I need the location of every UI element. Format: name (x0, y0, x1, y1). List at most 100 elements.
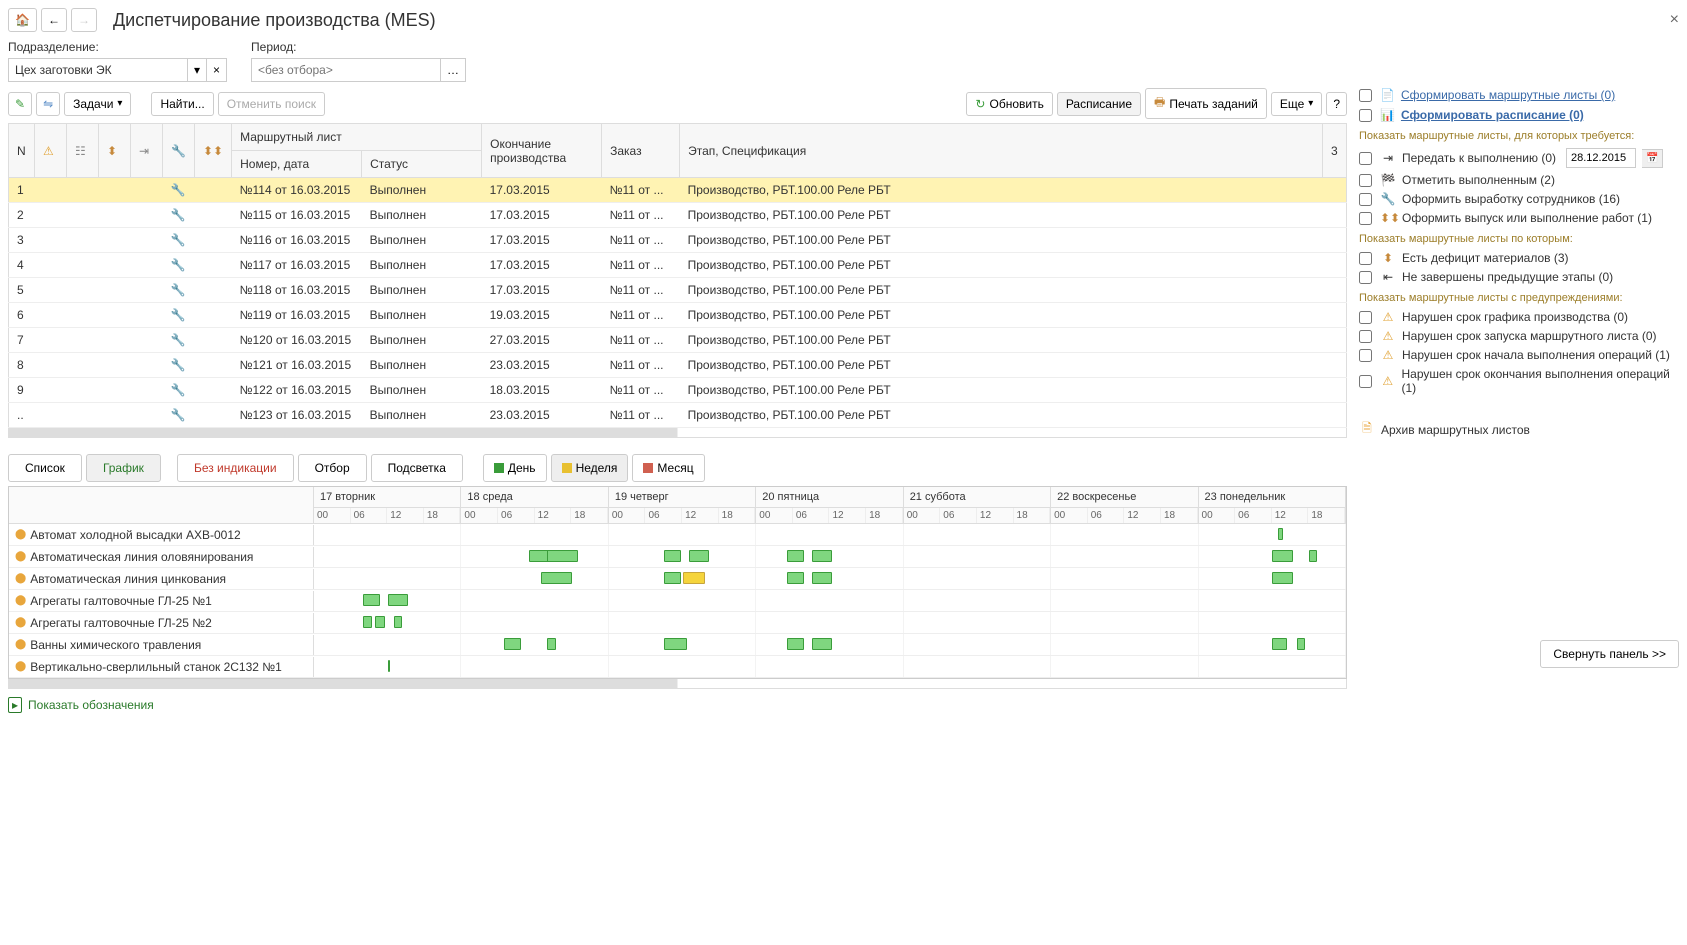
form-route-sheets-check[interactable] (1359, 89, 1372, 102)
col-number-date[interactable]: Номер, дата (232, 151, 362, 178)
gantt-row[interactable]: ⬤Вертикально-сверлильный станок 2С132 №1 (9, 656, 1346, 678)
table-row[interactable]: 8🔧№121 от 16.03.2015Выполнен23.03.2015№1… (9, 353, 1347, 378)
archive-link[interactable]: Архив маршрутных листов (1381, 423, 1530, 437)
warn-start-route-label[interactable]: Нарушен срок запуска маршрутного листа (… (1402, 329, 1657, 343)
register-output-label[interactable]: Оформить выработку сотрудников (16) (1402, 192, 1620, 206)
col-order[interactable]: Заказ (602, 124, 680, 178)
chart-tab[interactable]: График (86, 454, 161, 482)
more-button[interactable]: Еще (1271, 92, 1322, 116)
schedule-button[interactable]: Расписание (1057, 92, 1141, 116)
no-indication-tab[interactable]: Без индикации (177, 454, 294, 482)
subdivision-dropdown[interactable]: ▾ (188, 58, 207, 82)
col-stage-spec[interactable]: Этап, Спецификация (680, 124, 1323, 178)
form-schedule-link[interactable]: Сформировать расписание (0) (1401, 108, 1584, 122)
home-button[interactable]: 🏠 (8, 8, 37, 32)
week-label: Неделя (576, 461, 618, 475)
cancel-search-button[interactable]: Отменить поиск (218, 92, 325, 116)
table-row[interactable]: 6🔧№119 от 16.03.2015Выполнен19.03.2015№1… (9, 303, 1347, 328)
list-tab[interactable]: Список (8, 454, 82, 482)
transfer-check[interactable] (1359, 152, 1372, 165)
warn-end-ops-check[interactable] (1359, 375, 1372, 388)
col-materials-icon[interactable]: ⬍ (99, 124, 131, 178)
day-button[interactable]: День (483, 454, 547, 482)
period-input[interactable] (251, 58, 441, 82)
table-row[interactable]: 7🔧№120 от 16.03.2015Выполнен27.03.2015№1… (9, 328, 1347, 353)
mark-done-check[interactable] (1359, 174, 1372, 187)
gantt-row[interactable]: ⬤Автоматическая линия цинкования (9, 568, 1346, 590)
gantt-row[interactable]: ⬤Агрегаты галтовочные ГЛ-25 №1 (9, 590, 1346, 612)
prev-stages-check[interactable] (1359, 271, 1372, 284)
col-wrench-icon[interactable]: 🔧 (163, 124, 195, 178)
edit-button[interactable]: ✎ (8, 92, 32, 116)
col-n[interactable]: N (9, 124, 35, 178)
warn-end-ops-label[interactable]: Нарушен срок окончания выполнения операц… (1402, 367, 1680, 395)
table-row[interactable]: 5🔧№118 от 16.03.2015Выполнен17.03.2015№1… (9, 278, 1347, 303)
deficit-icon: ⬍ (1380, 251, 1396, 265)
table-row[interactable]: ..🔧№123 от 16.03.2015Выполнен23.03.2015№… (9, 403, 1347, 428)
find-button[interactable]: Найти... (151, 92, 213, 116)
week-button[interactable]: Неделя (551, 454, 629, 482)
highlight-tab[interactable]: Подсветка (371, 454, 463, 482)
horizontal-scrollbar[interactable] (8, 428, 1347, 438)
form-schedule-icon: 📊 (1380, 108, 1395, 122)
gantt-row[interactable]: ⬤Автоматическая линия оловянирования (9, 546, 1346, 568)
form-route-icon: 📄 (1380, 88, 1395, 102)
table-row[interactable]: 1🔧№114 от 16.03.2015Выполнен17.03.2015№1… (9, 178, 1347, 203)
gantt-scrollbar[interactable] (8, 679, 1347, 689)
section-warnings: Показать маршрутные листы с предупрежден… (1359, 292, 1679, 304)
gantt-row[interactable]: ⬤Агрегаты галтовочные ГЛ-25 №2 (9, 612, 1346, 634)
gantt-row[interactable]: ⬤Автомат холодной высадки АХВ-0012 (9, 524, 1346, 546)
col-output-icon[interactable]: ⬍⬍ (195, 124, 232, 178)
forward-button[interactable]: → (71, 8, 97, 32)
deficit-label[interactable]: Есть дефицит материалов (3) (1402, 251, 1569, 265)
col-calendar-icon[interactable]: ☷ (67, 124, 99, 178)
warn-schedule-label[interactable]: Нарушен срок графика производства (0) (1402, 310, 1628, 324)
transfer-date-picker-icon[interactable]: 📅 (1642, 149, 1663, 168)
col-transfer-icon[interactable]: ⇥ (131, 124, 163, 178)
register-release-check[interactable] (1359, 212, 1372, 225)
warn-start-ops-label[interactable]: Нарушен срок начала выполнения операций … (1402, 348, 1670, 362)
warn-schedule-check[interactable] (1359, 311, 1372, 324)
print-jobs-button[interactable]: 🖶 Печать заданий (1145, 88, 1267, 119)
transfer-label[interactable]: Передать к выполнению (0) (1402, 151, 1556, 165)
help-button[interactable]: ? (1326, 92, 1347, 116)
col-warn-icon[interactable]: ⚠ (35, 124, 67, 178)
period-label: Период: (251, 40, 466, 54)
form-route-sheets-link[interactable]: Сформировать маршрутные листы (0) (1401, 88, 1615, 102)
refresh-button[interactable]: ↻ Обновить (966, 92, 1052, 116)
tasks-dropdown[interactable]: Задачи (64, 92, 131, 116)
col-three[interactable]: 3 (1323, 124, 1347, 178)
gantt-row[interactable]: ⬤Ванны химического травления (9, 634, 1346, 656)
month-button[interactable]: Месяц (632, 454, 704, 482)
section-required: Показать маршрутные листы, для которых т… (1359, 130, 1679, 142)
col-status[interactable]: Статус (362, 151, 482, 178)
table-row[interactable]: 3🔧№116 от 16.03.2015Выполнен17.03.2015№1… (9, 228, 1347, 253)
warn-start-ops-check[interactable] (1359, 349, 1372, 362)
flag-icon: 🏁 (1380, 173, 1396, 187)
table-row[interactable]: 9🔧№122 от 16.03.2015Выполнен18.03.2015№1… (9, 378, 1347, 403)
register-output-check[interactable] (1359, 193, 1372, 206)
close-icon[interactable]: × (1670, 11, 1679, 29)
register-release-label[interactable]: Оформить выпуск или выполнение работ (1) (1402, 211, 1652, 225)
prev-stages-label[interactable]: Не завершены предыдущие этапы (0) (1402, 270, 1613, 284)
table-row[interactable]: 4🔧№117 от 16.03.2015Выполнен17.03.2015№1… (9, 253, 1347, 278)
warn-start-route-check[interactable] (1359, 330, 1372, 343)
route-sheets-table: N ⚠ ☷ ⬍ ⇥ 🔧 ⬍⬍ Маршрутный лист Окончание… (8, 123, 1347, 428)
selection-tab[interactable]: Отбор (298, 454, 367, 482)
period-picker[interactable]: … (441, 58, 466, 82)
form-schedule-check[interactable] (1359, 109, 1372, 122)
subdivision-clear[interactable]: × (207, 58, 227, 82)
show-designations[interactable]: ▸ Показать обозначения (8, 697, 154, 713)
archive-icon: 🗎 (1359, 419, 1375, 440)
col-route-sheet[interactable]: Маршрутный лист (232, 124, 482, 151)
table-row[interactable]: 2🔧№115 от 16.03.2015Выполнен17.03.2015№1… (9, 203, 1347, 228)
transfer-date[interactable] (1566, 148, 1636, 168)
collapse-panel-button[interactable]: Свернуть панель >> (1540, 640, 1679, 668)
col-end-production[interactable]: Окончание производства (482, 124, 602, 178)
share-button[interactable]: ⇋ (36, 92, 60, 116)
subdivision-select[interactable]: Цех заготовки ЭК (8, 58, 188, 82)
deficit-check[interactable] (1359, 252, 1372, 265)
mark-done-label[interactable]: Отметить выполненным (2) (1402, 173, 1555, 187)
gantt-chart[interactable]: 17 вторник0006121818 среда0006121819 чет… (8, 486, 1347, 679)
back-button[interactable]: ← (41, 8, 67, 32)
